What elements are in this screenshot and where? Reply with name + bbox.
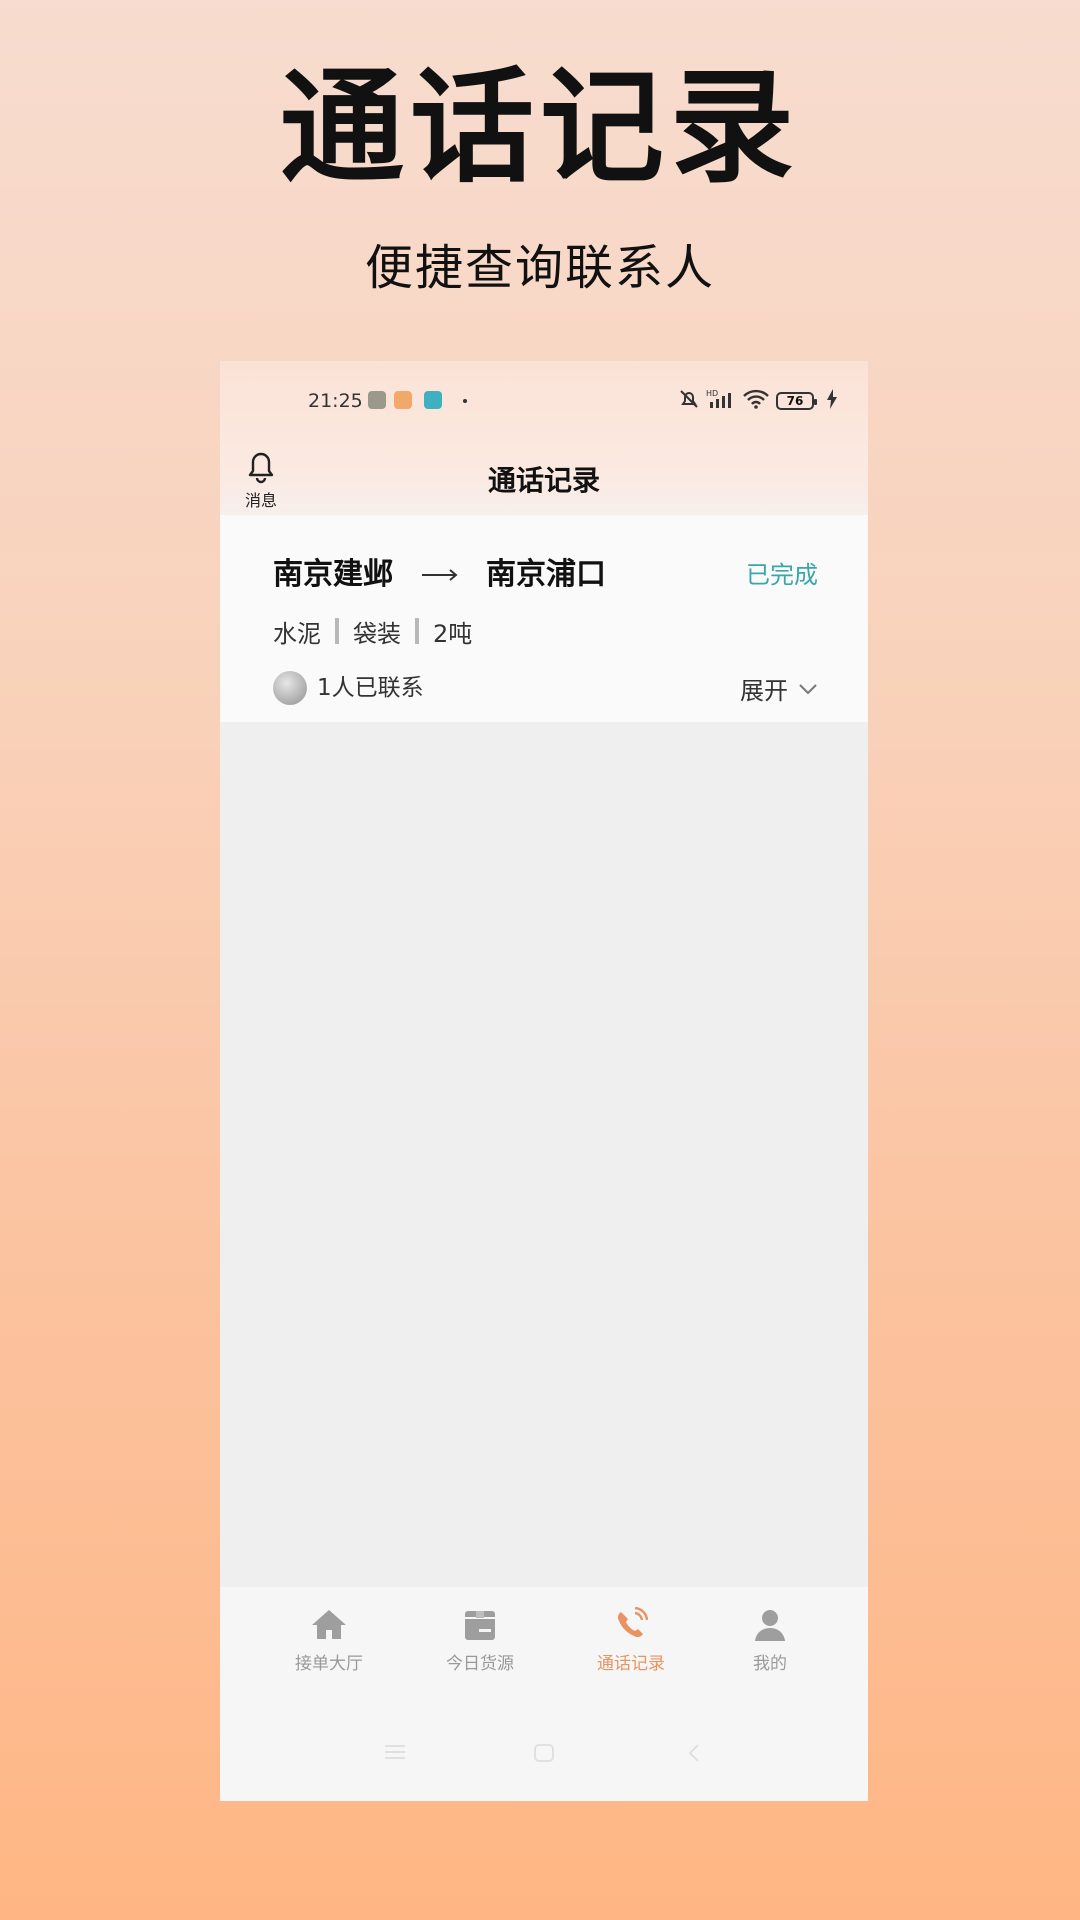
tab-label: 通话记录 xyxy=(597,1654,665,1674)
cargo-type: 水泥 xyxy=(273,619,321,648)
route-row: 南京建邺 南京浦口 已完成 xyxy=(273,555,818,595)
avatar xyxy=(273,671,307,705)
shield-notification-icon xyxy=(424,391,442,409)
tag-divider xyxy=(415,618,419,644)
wifi-icon xyxy=(742,388,770,414)
tab-call-records[interactable]: 通话记录 xyxy=(576,1606,686,1687)
status-badge: 已完成 xyxy=(746,561,818,589)
app-notification-icon xyxy=(368,391,386,409)
arrow-right-icon xyxy=(420,555,460,595)
tab-order-hall[interactable]: 接单大厅 xyxy=(274,1607,384,1687)
status-bar: 21:25 HD 76 xyxy=(220,361,868,443)
cargo-packaging: 袋装 xyxy=(353,619,401,648)
phone-call-icon xyxy=(611,1606,651,1647)
page-title: 通话记录 xyxy=(487,464,600,497)
chevron-down-icon xyxy=(798,674,818,702)
tag-divider xyxy=(335,618,339,644)
tab-mine[interactable]: 我的 xyxy=(715,1607,825,1687)
cargo-weight: 2吨 xyxy=(433,619,473,648)
home-icon xyxy=(309,1607,349,1647)
more-notifications-dot-icon xyxy=(463,399,467,403)
mute-bell-icon xyxy=(678,388,700,414)
home-button-icon[interactable] xyxy=(533,1743,555,1767)
user-icon xyxy=(750,1607,790,1647)
system-nav-bar xyxy=(220,1707,868,1801)
contact-summary: 1人已联系 xyxy=(317,675,424,701)
nav-bar: 消息 通话记录 xyxy=(220,443,868,515)
back-icon[interactable] xyxy=(685,1743,703,1767)
top-area: 21:25 HD 76 消息 通话记录 xyxy=(220,361,868,515)
tab-today-cargo[interactable]: 今日货源 xyxy=(425,1607,535,1687)
phone-screen: 21:25 HD 76 消息 通话记录 南京建邺 南京浦口 已完成 水泥 袋装 … xyxy=(220,361,868,1801)
battery-icon: 76 xyxy=(776,392,817,410)
route-destination: 南京浦口 xyxy=(486,557,606,592)
tab-label: 今日货源 xyxy=(446,1654,514,1674)
package-icon xyxy=(460,1607,500,1647)
expand-label: 展开 xyxy=(740,676,788,705)
app-notification-icon xyxy=(394,391,412,409)
tab-label: 我的 xyxy=(753,1654,787,1674)
promo-subtitle: 便捷查询联系人 xyxy=(364,240,715,296)
menu-icon[interactable] xyxy=(384,1743,406,1765)
status-time: 21:25 xyxy=(308,390,363,412)
hd-signal-icon: HD xyxy=(706,388,736,414)
cargo-tags: 水泥 袋装 2吨 xyxy=(273,615,473,648)
route-origin: 南京建邺 xyxy=(273,557,393,592)
charging-icon xyxy=(826,389,838,413)
svg-text:HD: HD xyxy=(706,389,718,398)
tab-label: 接单大厅 xyxy=(295,1654,363,1674)
bottom-tab-bar: 接单大厅 今日货源 通话记录 我的 xyxy=(220,1587,868,1707)
promo-title: 通话记录 xyxy=(279,56,800,200)
contact-row: 1人已联系 展开 xyxy=(273,671,818,705)
status-right-group: HD 76 xyxy=(678,389,838,413)
expand-button[interactable]: 展开 xyxy=(740,671,818,705)
call-record-card[interactable]: 南京建邺 南京浦口 已完成 水泥 袋装 2吨 1人已联系 展开 xyxy=(220,515,868,722)
